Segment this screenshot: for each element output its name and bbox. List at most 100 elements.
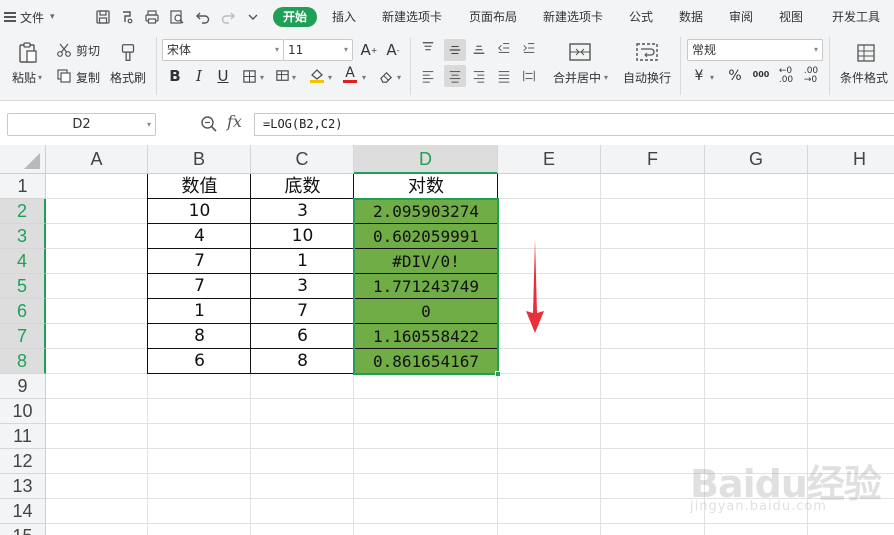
font-color-icon[interactable]: A <box>341 66 359 84</box>
row-header-6[interactable]: 6 <box>0 299 46 324</box>
fill-color-dropdown-icon[interactable]: ▾ <box>328 73 332 82</box>
tab-developer[interactable]: 开发工具 <box>832 8 880 26</box>
row-header-5[interactable]: 5 <box>0 274 46 299</box>
print-preview-icon[interactable] <box>168 8 186 26</box>
align-top-icon[interactable] <box>419 39 437 57</box>
row-header-11[interactable]: 11 <box>0 424 46 449</box>
row-header-2[interactable]: 2 <box>0 199 46 224</box>
log-result-cell[interactable]: 1.160558422 <box>354 324 498 349</box>
column-header-b[interactable]: B <box>148 145 251 174</box>
font-name-select[interactable]: 宋体 ▾ <box>162 39 284 61</box>
row-header-12[interactable]: 12 <box>0 449 46 474</box>
row-header-8[interactable]: 8 <box>0 349 46 374</box>
tab-review[interactable]: 审阅 <box>729 8 753 26</box>
value-cell[interactable]: 7 <box>148 274 251 299</box>
log-result-cell[interactable]: 2.095903274 <box>354 199 498 224</box>
column-header-e[interactable]: E <box>498 145 601 174</box>
redo-icon[interactable] <box>219 8 237 26</box>
tab-formulas[interactable]: 公式 <box>629 8 653 26</box>
insert-function-icon[interactable]: fx <box>227 112 242 131</box>
row-header-15[interactable]: 15 <box>0 524 46 535</box>
save-icon[interactable] <box>94 8 112 26</box>
format-painter-icon[interactable] <box>116 39 140 67</box>
undo-icon[interactable] <box>194 8 212 26</box>
row-header-3[interactable]: 3 <box>0 224 46 249</box>
clear-dropdown-icon[interactable]: ▾ <box>397 73 401 82</box>
tab-new-1[interactable]: 新建选项卡 <box>382 8 442 26</box>
tab-home[interactable]: 开始 <box>273 7 318 27</box>
header-cell-c[interactable]: 底数 <box>251 174 354 199</box>
base-cell[interactable]: 3 <box>251 199 354 224</box>
align-middle-icon[interactable] <box>444 39 466 61</box>
align-left-icon[interactable] <box>419 67 437 85</box>
wrap-text-button[interactable]: 自动换行 <box>623 69 671 86</box>
formula-input[interactable]: =LOG(B2,C2) <box>254 113 894 136</box>
copy-icon[interactable] <box>55 67 73 85</box>
base-cell[interactable]: 8 <box>251 349 354 374</box>
print-icon[interactable] <box>143 8 161 26</box>
base-cell[interactable]: 10 <box>251 224 354 249</box>
file-menu[interactable]: 文件 ▾ <box>4 8 55 26</box>
currency-icon[interactable]: ¥ <box>690 67 708 85</box>
decrease-decimal-icon[interactable]: .00 →0 <box>801 67 821 85</box>
column-header-g[interactable]: G <box>705 145 808 174</box>
row-header-14[interactable]: 14 <box>0 499 46 524</box>
cut-button[interactable]: 剪切 <box>76 42 100 59</box>
decrease-indent-icon[interactable] <box>495 39 513 57</box>
column-header-h[interactable]: H <box>808 145 894 174</box>
copy-button[interactable]: 复制 <box>76 69 100 86</box>
increase-decimal-icon[interactable]: ←0.00 <box>776 67 796 85</box>
header-cell-d[interactable]: 对数 <box>354 174 498 199</box>
base-cell[interactable]: 7 <box>251 299 354 324</box>
header-cell-b[interactable]: 数值 <box>148 174 251 199</box>
format-icon[interactable] <box>118 8 136 26</box>
name-box[interactable]: D2 ▾ <box>7 113 156 136</box>
row-header-4[interactable]: 4 <box>0 249 46 274</box>
column-header-d[interactable]: D <box>354 145 498 174</box>
tab-page-layout[interactable]: 页面布局 <box>469 8 517 26</box>
tab-view[interactable]: 视图 <box>779 8 803 26</box>
base-cell[interactable]: 3 <box>251 274 354 299</box>
spreadsheet-grid[interactable]: ABCDEFGH123456789101112131415数值底数对数1032.… <box>0 145 894 535</box>
distributed-align-icon[interactable] <box>520 67 538 85</box>
log-result-cell[interactable]: 0.861654167 <box>354 349 498 374</box>
value-cell[interactable]: 10 <box>148 199 251 224</box>
bold-icon[interactable]: B <box>166 67 184 85</box>
increase-font-icon[interactable]: A + <box>360 41 378 59</box>
justify-icon[interactable] <box>495 67 513 85</box>
log-result-cell[interactable]: 0 <box>354 299 498 324</box>
scissors-icon[interactable] <box>55 41 73 59</box>
customize-quick-access-icon[interactable] <box>244 8 262 26</box>
paste-button-label[interactable]: 粘贴 <box>12 69 36 86</box>
font-color-dropdown-icon[interactable]: ▾ <box>362 73 366 82</box>
eraser-icon[interactable] <box>377 67 395 85</box>
log-result-cell[interactable]: #DIV/0! <box>354 249 498 274</box>
align-right-icon[interactable] <box>470 67 488 85</box>
value-cell[interactable]: 4 <box>148 224 251 249</box>
log-result-cell[interactable]: 1.771243749 <box>354 274 498 299</box>
row-header-7[interactable]: 7 <box>0 324 46 349</box>
value-cell[interactable]: 7 <box>148 249 251 274</box>
format-painter-label[interactable]: 格式刷 <box>110 69 146 86</box>
tab-data[interactable]: 数据 <box>679 8 703 26</box>
column-header-c[interactable]: C <box>251 145 354 174</box>
value-cell[interactable]: 8 <box>148 324 251 349</box>
tab-new-2[interactable]: 新建选项卡 <box>543 8 603 26</box>
column-header-f[interactable]: F <box>601 145 705 174</box>
italic-icon[interactable]: I <box>190 67 208 85</box>
merge-center-icon[interactable] <box>566 39 594 65</box>
align-bottom-icon[interactable] <box>470 39 488 57</box>
underline-icon[interactable]: U <box>214 67 232 85</box>
conditional-format-icon[interactable] <box>854 41 878 65</box>
base-cell[interactable]: 1 <box>251 249 354 274</box>
value-cell[interactable]: 1 <box>148 299 251 324</box>
thousands-separator-icon[interactable]: 000 <box>750 65 772 83</box>
wrap-text-icon[interactable] <box>633 39 661 65</box>
zoom-icon[interactable] <box>200 115 218 133</box>
merge-center-button[interactable]: 合并居中 <box>553 69 601 86</box>
fill-color-icon[interactable] <box>308 66 326 84</box>
tab-insert[interactable]: 插入 <box>332 8 356 26</box>
merge-dropdown-icon[interactable]: ▾ <box>604 73 608 82</box>
cell-style-icon[interactable] <box>273 67 291 85</box>
conditional-format-button[interactable]: 条件格式 <box>840 69 888 86</box>
